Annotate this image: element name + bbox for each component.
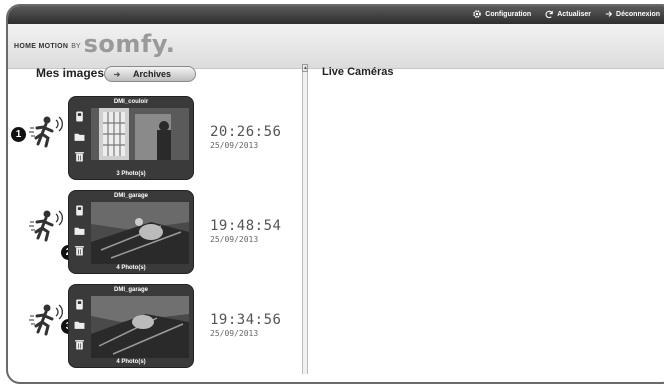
trash-icon[interactable] — [74, 339, 85, 350]
event-timestamp: 20:26:56 25/09/2013 — [210, 124, 281, 150]
trash-icon[interactable] — [74, 151, 85, 162]
event-date: 25/09/2013 — [210, 329, 259, 338]
scrollbar[interactable]: ▲ — [302, 64, 308, 374]
header: HOME MOTION BY somfy. — [8, 24, 664, 69]
configuration-link[interactable]: Configuration — [472, 9, 531, 19]
event-item[interactable]: 2 DMI_garage 4 Photo(s) 19:48:54 25/09/2… — [0, 190, 300, 276]
camera-card[interactable]: DMI_couloir 3 Photo(s) — [68, 96, 194, 180]
actualiser-link[interactable]: Actualiser — [545, 9, 591, 19]
event-item[interactable]: 1 DMI_couloir 3 Photo(s) 20:26:56 25/09/… — [0, 96, 300, 182]
trash-icon[interactable] — [74, 245, 85, 256]
archives-label: Archives — [132, 69, 172, 79]
event-item[interactable]: 3 DMI_garage 4 Photo(s) 19:34:56 25/09/2… — [0, 284, 300, 370]
camera-name: DMI_couloir — [113, 99, 149, 105]
motion-detector-walker-icon — [29, 116, 63, 148]
top-navigation: Configuration Actualiser Déconnexion — [472, 9, 660, 19]
refresh-icon — [545, 10, 553, 18]
brand-by: BY — [71, 43, 81, 50]
event-timestamp: 19:48:54 25/09/2013 — [210, 218, 281, 244]
camera-device-icon[interactable] — [74, 299, 85, 310]
snapshot-thumbnail[interactable] — [91, 108, 189, 170]
event-date: 25/09/2013 — [210, 141, 259, 150]
deconnexion-label: Déconnexion — [616, 10, 660, 18]
camera-device-icon[interactable] — [74, 111, 85, 122]
mes-images-title: Mes images — [36, 66, 105, 80]
callout-badge-1: 1 — [10, 126, 27, 143]
logout-arrow-icon — [605, 11, 613, 17]
camera-device-icon[interactable] — [74, 205, 85, 216]
actualiser-label: Actualiser — [557, 10, 592, 18]
motion-detector-walker-icon — [29, 304, 63, 336]
photo-count: 4 Photo(s) — [116, 359, 146, 365]
archives-button[interactable]: ➜ Archives — [104, 66, 196, 82]
configuration-label: Configuration — [485, 10, 532, 18]
somfy-logo: somfy. — [83, 30, 176, 58]
folder-icon[interactable] — [74, 131, 85, 142]
live-cameras-title: Live Caméras — [322, 66, 394, 78]
folder-icon[interactable] — [74, 225, 85, 236]
snapshot-thumbnail[interactable] — [91, 296, 189, 358]
product-name: HOME MOTION — [14, 43, 69, 50]
brand-logo: HOME MOTION BY somfy. — [14, 30, 175, 58]
arrow-right-icon: ➜ — [113, 69, 121, 79]
camera-card[interactable]: DMI_garage 4 Photo(s) — [68, 190, 194, 274]
camera-name: DMI_garage — [113, 287, 148, 293]
event-time: 19:48:54 — [210, 218, 282, 234]
camera-card[interactable]: DMI_garage 4 Photo(s) — [68, 284, 194, 368]
motion-detector-walker-icon — [29, 210, 63, 242]
photo-count: 4 Photo(s) — [116, 265, 146, 271]
scroll-up-icon[interactable]: ▲ — [302, 64, 308, 72]
photo-count: 3 Photo(s) — [116, 171, 146, 177]
folder-icon[interactable] — [74, 319, 85, 330]
event-timestamp: 19:34:56 25/09/2013 — [210, 312, 281, 338]
gear-icon — [473, 10, 482, 18]
event-time: 19:34:56 — [210, 312, 282, 328]
top-bar: Configuration Actualiser Déconnexion — [8, 6, 664, 24]
snapshot-thumbnail[interactable] — [91, 202, 189, 264]
deconnexion-link[interactable]: Déconnexion — [605, 9, 660, 19]
event-date: 25/09/2013 — [210, 235, 259, 244]
event-time: 20:26:56 — [210, 124, 282, 140]
camera-name: DMI_garage — [113, 193, 148, 199]
